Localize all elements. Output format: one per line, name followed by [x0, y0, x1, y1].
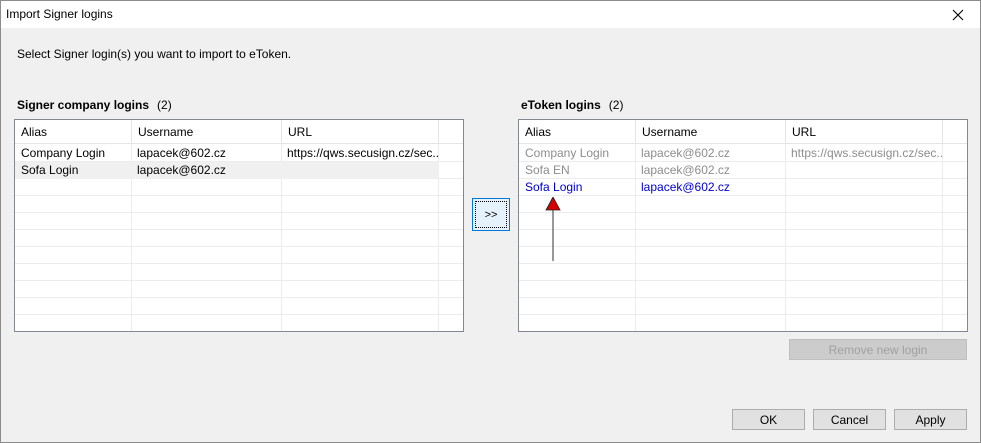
source-username-cell: lapacek@602.cz: [137, 146, 226, 160]
close-button[interactable]: [936, 1, 980, 28]
target-row-existing[interactable]: Company Login lapacek@602.cz https://qws…: [519, 145, 967, 162]
window-title: Import Signer logins: [6, 7, 113, 21]
target-col-username[interactable]: Username: [636, 120, 786, 144]
source-logins-list[interactable]: Alias Username URL Company Login lapacek…: [14, 119, 464, 332]
source-url-cell: https://qws.secusign.cz/sec...: [287, 146, 438, 160]
apply-button[interactable]: Apply: [894, 409, 967, 430]
source-list-label: Signer company logins (2): [17, 98, 172, 112]
target-username-cell: lapacek@602.cz: [641, 163, 730, 177]
source-col-url[interactable]: URL: [282, 120, 439, 144]
ok-button[interactable]: OK: [732, 409, 805, 430]
source-list-count: (2): [157, 98, 172, 112]
target-row-existing[interactable]: Sofa EN lapacek@602.cz: [519, 162, 967, 179]
target-url-cell: [785, 162, 942, 179]
source-col-alias[interactable]: Alias: [15, 120, 132, 144]
source-row[interactable]: Sofa Login lapacek@602.cz: [15, 162, 439, 179]
annotation-arrow-icon: [545, 197, 561, 261]
target-list-title: eToken logins: [521, 98, 601, 112]
source-alias-cell: Sofa Login: [21, 163, 79, 177]
target-col-alias[interactable]: Alias: [519, 120, 636, 144]
target-alias-cell: Sofa Login: [525, 180, 583, 194]
target-list-label: eToken logins (2): [521, 98, 623, 112]
target-col-url[interactable]: URL: [786, 120, 943, 144]
etoken-logins-list[interactable]: Alias Username URL Company Login lapacek…: [518, 119, 968, 332]
instruction-text: Select Signer login(s) you want to impor…: [17, 47, 292, 61]
target-url-cell: https://qws.secusign.cz/sec...: [791, 146, 942, 160]
source-list-header: Alias Username URL: [15, 120, 463, 144]
source-url-cell: [281, 162, 438, 179]
target-username-cell: lapacek@602.cz: [641, 180, 730, 194]
import-selected-button[interactable]: >>: [472, 198, 510, 231]
target-list-header: Alias Username URL: [519, 120, 967, 144]
source-row[interactable]: Company Login lapacek@602.cz https://qws…: [15, 145, 463, 162]
source-username-cell: lapacek@602.cz: [137, 163, 226, 177]
title-bar: Import Signer logins: [1, 1, 980, 28]
close-icon: [952, 9, 964, 20]
remove-new-login-button[interactable]: Remove new login: [789, 339, 967, 360]
target-list-count: (2): [608, 98, 624, 112]
source-col-username[interactable]: Username: [132, 120, 282, 144]
source-alias-cell: Company Login: [21, 146, 106, 160]
target-url-cell: [785, 179, 942, 196]
target-row-new[interactable]: Sofa Login lapacek@602.cz: [519, 179, 967, 196]
target-username-cell: lapacek@602.cz: [641, 146, 730, 160]
source-list-title: Signer company logins: [17, 98, 150, 112]
cancel-button[interactable]: Cancel: [813, 409, 886, 430]
import-dialog: Import Signer logins Select Signer login…: [0, 0, 981, 443]
target-alias-cell: Company Login: [525, 146, 610, 160]
target-alias-cell: Sofa EN: [525, 163, 570, 177]
